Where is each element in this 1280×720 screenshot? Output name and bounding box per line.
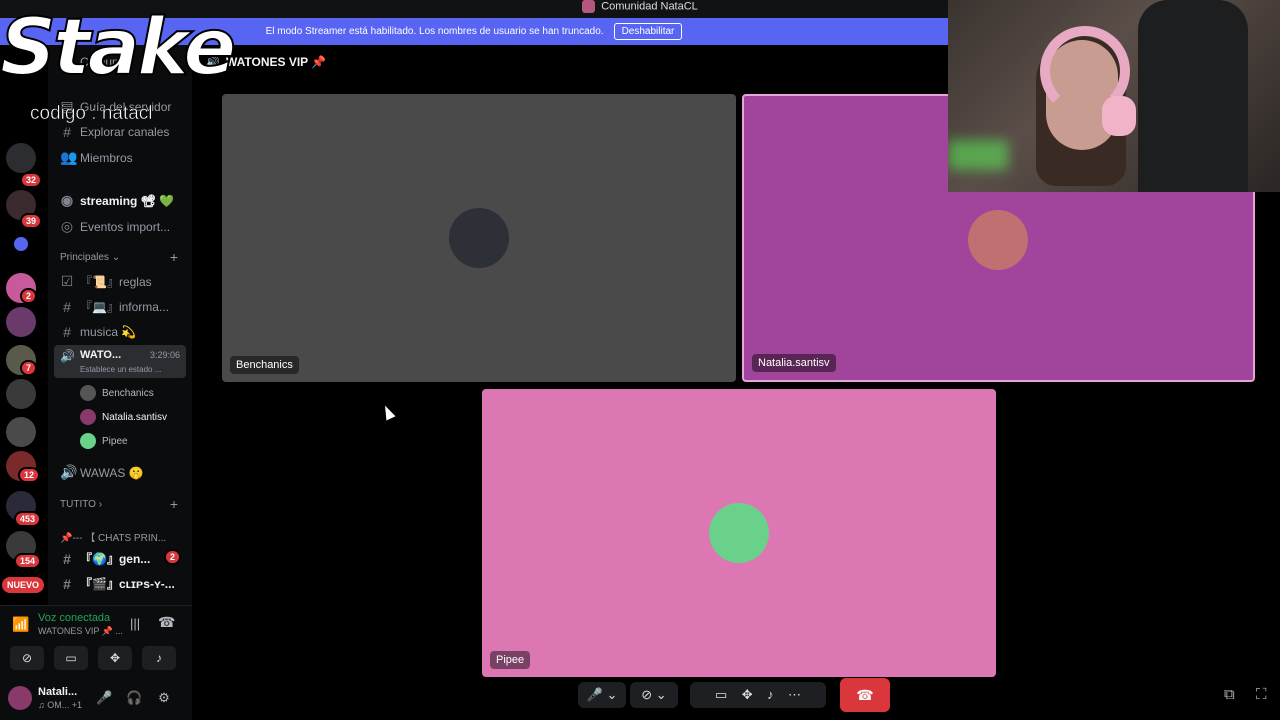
add-channel-icon[interactable]: + <box>170 496 178 512</box>
participant-name: Pipee <box>490 651 531 669</box>
stake-logo: Stake <box>0 2 237 94</box>
mention-badge: 2 <box>20 288 38 304</box>
voice-timer: 3:29:06 <box>149 350 180 360</box>
voice-icon: 🔊 <box>60 464 78 480</box>
participant-name: Natalia.santisv <box>752 354 836 372</box>
window-title: Comunidad NataCL <box>601 0 698 13</box>
video-tile-benchanics[interactable]: Benchanics <box>222 94 736 382</box>
settings-gear-icon[interactable]: ⚙ <box>156 690 172 706</box>
disable-streamer-button[interactable]: Deshabilitar <box>613 23 683 40</box>
webcam-chair <box>1138 0 1248 192</box>
voice-channel-name: WATO... <box>80 349 122 361</box>
channel-wawas[interactable]: 🔊 WAWAS 🤫 <box>60 464 144 481</box>
channel-reglas[interactable]: ☑ 『📜』reglas <box>60 273 152 290</box>
page-title: WATONES VIP 📌 <box>225 55 327 69</box>
user-name[interactable]: Natali... <box>38 686 77 698</box>
streamer-message: El modo Streamer está habilitado. Los no… <box>265 26 604 37</box>
events-icon: ◎ <box>60 218 74 234</box>
avatar <box>80 433 96 449</box>
activities-button[interactable]: ✥ <box>98 646 132 670</box>
call-actions-group: ▭ ✥ ♪ ⋯ <box>690 682 826 708</box>
disconnect-icon[interactable]: ☎ <box>158 614 175 631</box>
hash-icon: # <box>63 575 71 592</box>
folder-icon[interactable] <box>14 237 28 251</box>
browse-channels-link[interactable]: # Explorar canales <box>60 124 169 140</box>
camera-button[interactable]: ⊘ ⌄ <box>630 682 678 708</box>
avatar <box>449 208 509 268</box>
voice-icon: 🔊 <box>60 349 75 363</box>
events-link[interactable]: ◎ Eventos import... <box>60 218 170 235</box>
screen-share-icon[interactable]: ▭ <box>715 687 727 702</box>
hash-icon: # <box>63 298 71 315</box>
members-link[interactable]: 👥 Miembros <box>60 149 133 166</box>
user-status: ♫ OM... +1 <box>38 700 83 710</box>
participant-name: Benchanics <box>230 356 299 374</box>
signal-icon[interactable]: 📶 <box>12 616 29 633</box>
mention-badge: 7 <box>20 360 38 376</box>
voice-user[interactable]: Natalia.santisv <box>80 409 167 425</box>
soundboard-icon[interactable]: ♪ <box>767 687 774 702</box>
browse-icon: # <box>63 124 71 140</box>
webcam-plush <box>1102 96 1136 136</box>
disconnect-button[interactable]: ☎ <box>840 678 890 712</box>
category-tutito[interactable]: TUTITO › <box>60 499 102 510</box>
stage-icon: ◉ <box>60 192 74 208</box>
category-principales[interactable]: Principales ⌄ <box>60 252 120 263</box>
add-channel-icon[interactable]: + <box>170 249 178 265</box>
server-icon <box>582 0 596 13</box>
voice-connection-panel: 📶 Voz conectada WATONES VIP 📌 ... ||| ☎ … <box>0 605 192 720</box>
mention-badge: 453 <box>14 511 42 527</box>
microphone-button[interactable]: 🎤 ⌄ <box>578 682 626 708</box>
channel-clips[interactable]: # 『🎬』ᴄʟɪᴘs-ʏ-... <box>60 575 175 592</box>
active-voice-channel[interactable]: 🔊 WATO... 3:29:06 Establece un estado ..… <box>54 345 186 378</box>
activities-icon[interactable]: ✥ <box>742 687 753 702</box>
channel-streaming[interactable]: ◉ streaming 📽 💚 <box>60 192 174 209</box>
soundboard-button[interactable]: ♪ <box>142 646 176 670</box>
voice-connected-label[interactable]: Voz conectada <box>38 612 110 624</box>
mention-badge: 12 <box>18 467 41 483</box>
avatar[interactable] <box>8 686 32 710</box>
avatar <box>80 385 96 401</box>
noise-suppression-icon[interactable]: ||| <box>130 616 140 631</box>
mention-badge: 2 <box>164 549 182 565</box>
video-tile-pipee[interactable]: Pipee <box>482 389 996 677</box>
camera-off-button[interactable]: ⊘ <box>10 646 44 670</box>
webcam-overlay <box>948 0 1280 192</box>
hash-icon: # <box>63 550 71 567</box>
voice-connected-channel[interactable]: WATONES VIP 📌 ... <box>38 626 123 637</box>
mention-badge: 39 <box>20 213 43 229</box>
channel-informacion[interactable]: # 『💻』informa... <box>60 298 169 315</box>
server-icon[interactable] <box>6 379 36 409</box>
mention-badge: 32 <box>20 172 43 188</box>
avatar <box>80 409 96 425</box>
server-rail: 32 39 2 7 12 453 154 NUEVO <box>0 45 48 605</box>
server-icon[interactable] <box>6 307 36 337</box>
more-options-icon[interactable]: ⋯ <box>788 687 801 702</box>
avatar <box>709 503 769 563</box>
members-icon: 👥 <box>60 149 78 165</box>
promo-code: codigo : natacl <box>30 103 153 125</box>
voice-user[interactable]: Pipee <box>80 433 128 449</box>
fullscreen-icon[interactable]: ⛶ <box>1256 686 1267 703</box>
hash-icon: # <box>63 324 71 340</box>
category-chats[interactable]: 📌--- 【 CHATS PRIN... <box>60 529 166 544</box>
headphones-icon[interactable]: 🎧 <box>126 690 142 706</box>
mouse-cursor <box>380 403 396 421</box>
new-badge[interactable]: NUEVO <box>2 577 45 593</box>
channel-sidebar: Comun... ▤ Guía del servidor # Explorar ca… <box>48 45 192 605</box>
mention-badge: 154 <box>14 553 42 569</box>
server-icon[interactable] <box>6 417 36 447</box>
server-icon[interactable] <box>6 143 36 173</box>
screen-share-button[interactable]: ▭ <box>54 646 88 670</box>
popout-icon[interactable]: ⧉ <box>1224 686 1235 703</box>
channel-musica[interactable]: # musica 💫 <box>60 324 136 340</box>
avatar <box>968 210 1028 270</box>
channel-general[interactable]: # 『🌍』gen... <box>60 550 150 567</box>
microphone-icon[interactable]: 🎤 <box>96 690 112 706</box>
voice-status[interactable]: Establece un estado ... <box>80 365 161 374</box>
voice-user[interactable]: Benchanics <box>80 385 154 401</box>
rules-icon: ☑ <box>60 273 74 289</box>
webcam-led-light <box>948 140 1008 170</box>
